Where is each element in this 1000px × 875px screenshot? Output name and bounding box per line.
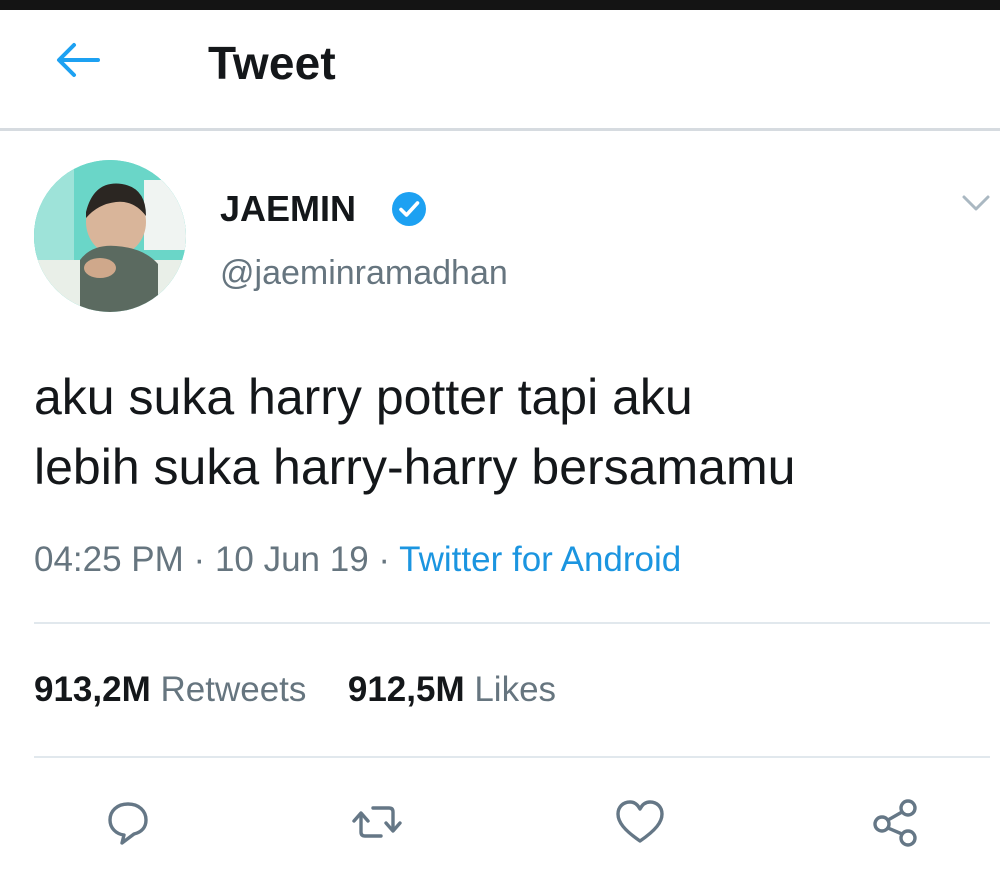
status-bar bbox=[0, 0, 1000, 10]
author-handle[interactable]: @jaeminramadhan bbox=[220, 254, 508, 293]
tweet-text-line: aku suka harry potter tapi aku bbox=[34, 369, 693, 425]
reply-icon bbox=[108, 802, 148, 845]
retweet-icon bbox=[352, 806, 402, 838]
retweets-stat[interactable]: 913,2M Retweets bbox=[34, 670, 316, 709]
share-icon bbox=[873, 799, 917, 847]
reply-button[interactable] bbox=[98, 792, 158, 852]
tweet-text: aku suka harry potter tapi aku lebih suk… bbox=[34, 362, 994, 502]
tweet-date: 10 Jun 19 bbox=[214, 540, 369, 579]
retweets-count: 913,2M bbox=[34, 670, 151, 709]
share-button[interactable] bbox=[866, 792, 926, 852]
tweet-text-line: lebih suka harry-harry bersamamu bbox=[34, 439, 796, 495]
verified-badge-icon bbox=[390, 190, 428, 228]
likes-stat[interactable]: 912,5M Likes bbox=[348, 670, 556, 709]
engagement-stats: 913,2M Retweets 912,5M Likes bbox=[34, 670, 556, 710]
likes-label: Likes bbox=[474, 670, 557, 709]
header-divider bbox=[0, 128, 1000, 131]
tweet-time: 04:25 PM bbox=[34, 540, 184, 579]
retweets-label: Retweets bbox=[160, 670, 307, 709]
likes-count: 912,5M bbox=[347, 670, 465, 709]
tweet-source-link[interactable]: Twitter for Android bbox=[399, 540, 681, 579]
retweet-button[interactable] bbox=[347, 792, 407, 852]
page-title: Tweet bbox=[208, 37, 336, 89]
meta-separator: · bbox=[193, 540, 206, 579]
like-button[interactable] bbox=[610, 792, 670, 852]
divider bbox=[34, 756, 990, 758]
arrow-left-icon[interactable] bbox=[52, 38, 104, 82]
avatar[interactable] bbox=[34, 160, 186, 312]
divider bbox=[34, 622, 990, 624]
like-icon bbox=[616, 800, 664, 843]
tweet-metadata: 04:25 PM · 10 Jun 19 · Twitter for Andro… bbox=[34, 540, 681, 580]
meta-separator: · bbox=[378, 540, 391, 579]
author-display-name[interactable]: JAEMIN bbox=[220, 188, 356, 230]
chevron-down-icon[interactable] bbox=[958, 188, 994, 218]
header-bar: Tweet bbox=[0, 10, 1000, 130]
